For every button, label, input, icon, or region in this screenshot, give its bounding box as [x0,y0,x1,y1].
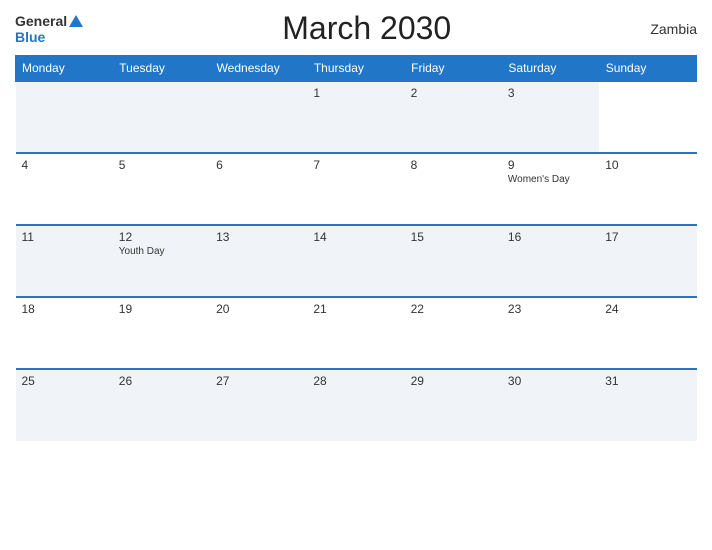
day-number: 20 [216,302,301,316]
calendar-day-cell: 7 [307,153,404,225]
calendar-day-cell: 29 [405,369,502,441]
calendar-week-row: 123 [16,81,697,153]
day-number: 15 [411,230,496,244]
calendar-title: March 2030 [282,10,451,47]
logo-blue-text: Blue [15,29,45,45]
calendar-header-row: Monday Tuesday Wednesday Thursday Friday… [16,56,697,82]
calendar-day-cell: 8 [405,153,502,225]
calendar-table: Monday Tuesday Wednesday Thursday Friday… [15,55,697,441]
calendar-day-cell: 5 [113,153,210,225]
calendar-day-cell: 20 [210,297,307,369]
empty-cell [16,81,113,153]
calendar-day-cell: 26 [113,369,210,441]
day-number: 25 [22,374,107,388]
day-number: 1 [313,86,398,100]
day-number: 8 [411,158,496,172]
day-number: 17 [605,230,690,244]
calendar-day-cell: 31 [599,369,696,441]
day-number: 9 [508,158,593,172]
empty-cell [113,81,210,153]
day-number: 2 [411,86,496,100]
calendar-week-row: 456789 Women's Day 10 [16,153,697,225]
calendar-day-cell: 24 [599,297,696,369]
logo-triangle-icon [69,15,83,27]
logo: General Blue [15,13,83,45]
empty-cell [210,81,307,153]
calendar-day-cell: 13 [210,225,307,297]
calendar-day-cell: 6 [210,153,307,225]
calendar-day-cell: 19 [113,297,210,369]
day-number: 5 [119,158,204,172]
day-number: 31 [605,374,690,388]
calendar-day-cell: 27 [210,369,307,441]
col-wednesday: Wednesday [210,56,307,82]
calendar-day-cell: 17 [599,225,696,297]
day-number: 3 [508,86,593,100]
day-number: 10 [605,158,690,172]
day-number: 6 [216,158,301,172]
calendar-day-cell: 12 Youth Day [113,225,210,297]
col-tuesday: Tuesday [113,56,210,82]
logo-general-text: General [15,13,67,29]
day-number: 7 [313,158,398,172]
day-number: 30 [508,374,593,388]
calendar-day-cell: 15 [405,225,502,297]
calendar-day-cell: 28 [307,369,404,441]
calendar-week-row: 18 19 20 21 22 23 24 [16,297,697,369]
calendar-day-cell: 11 [16,225,113,297]
day-number: 4 [22,158,107,172]
day-number: 23 [508,302,593,316]
calendar-week-row: 25 26 27 28 29 30 31 [16,369,697,441]
header: General Blue March 2030 Zambia [15,10,697,47]
calendar-day-cell: 9 Women's Day [502,153,599,225]
day-number: 22 [411,302,496,316]
col-saturday: Saturday [502,56,599,82]
day-number: 27 [216,374,301,388]
page: General Blue March 2030 Zambia Monday Tu… [0,0,712,550]
day-number: 26 [119,374,204,388]
calendar-day-cell: 18 [16,297,113,369]
day-number: 16 [508,230,593,244]
col-monday: Monday [16,56,113,82]
day-number: 13 [216,230,301,244]
col-sunday: Sunday [599,56,696,82]
day-number: 29 [411,374,496,388]
calendar-day-cell: 3 [502,81,599,153]
day-number: 24 [605,302,690,316]
calendar-day-cell: 14 [307,225,404,297]
calendar-day-cell: 2 [405,81,502,153]
calendar-day-cell: 25 [16,369,113,441]
col-thursday: Thursday [307,56,404,82]
day-number: 19 [119,302,204,316]
calendar-day-cell: 4 [16,153,113,225]
day-number: 18 [22,302,107,316]
calendar-day-cell: 16 [502,225,599,297]
calendar-week-row: 11 12 Youth Day 13 14 15 16 17 [16,225,697,297]
calendar-day-cell: 22 [405,297,502,369]
col-friday: Friday [405,56,502,82]
calendar-day-cell: 10 [599,153,696,225]
country-label: Zambia [650,21,697,37]
calendar-day-cell: 1 [307,81,404,153]
calendar-day-cell: 23 [502,297,599,369]
calendar-day-cell: 21 [307,297,404,369]
day-number: 14 [313,230,398,244]
day-number: 12 [119,230,204,244]
calendar-day-cell: 30 [502,369,599,441]
holiday-label: Youth Day [119,246,204,257]
day-number: 28 [313,374,398,388]
day-number: 11 [22,230,107,244]
day-number: 21 [313,302,398,316]
holiday-label: Women's Day [508,174,593,185]
